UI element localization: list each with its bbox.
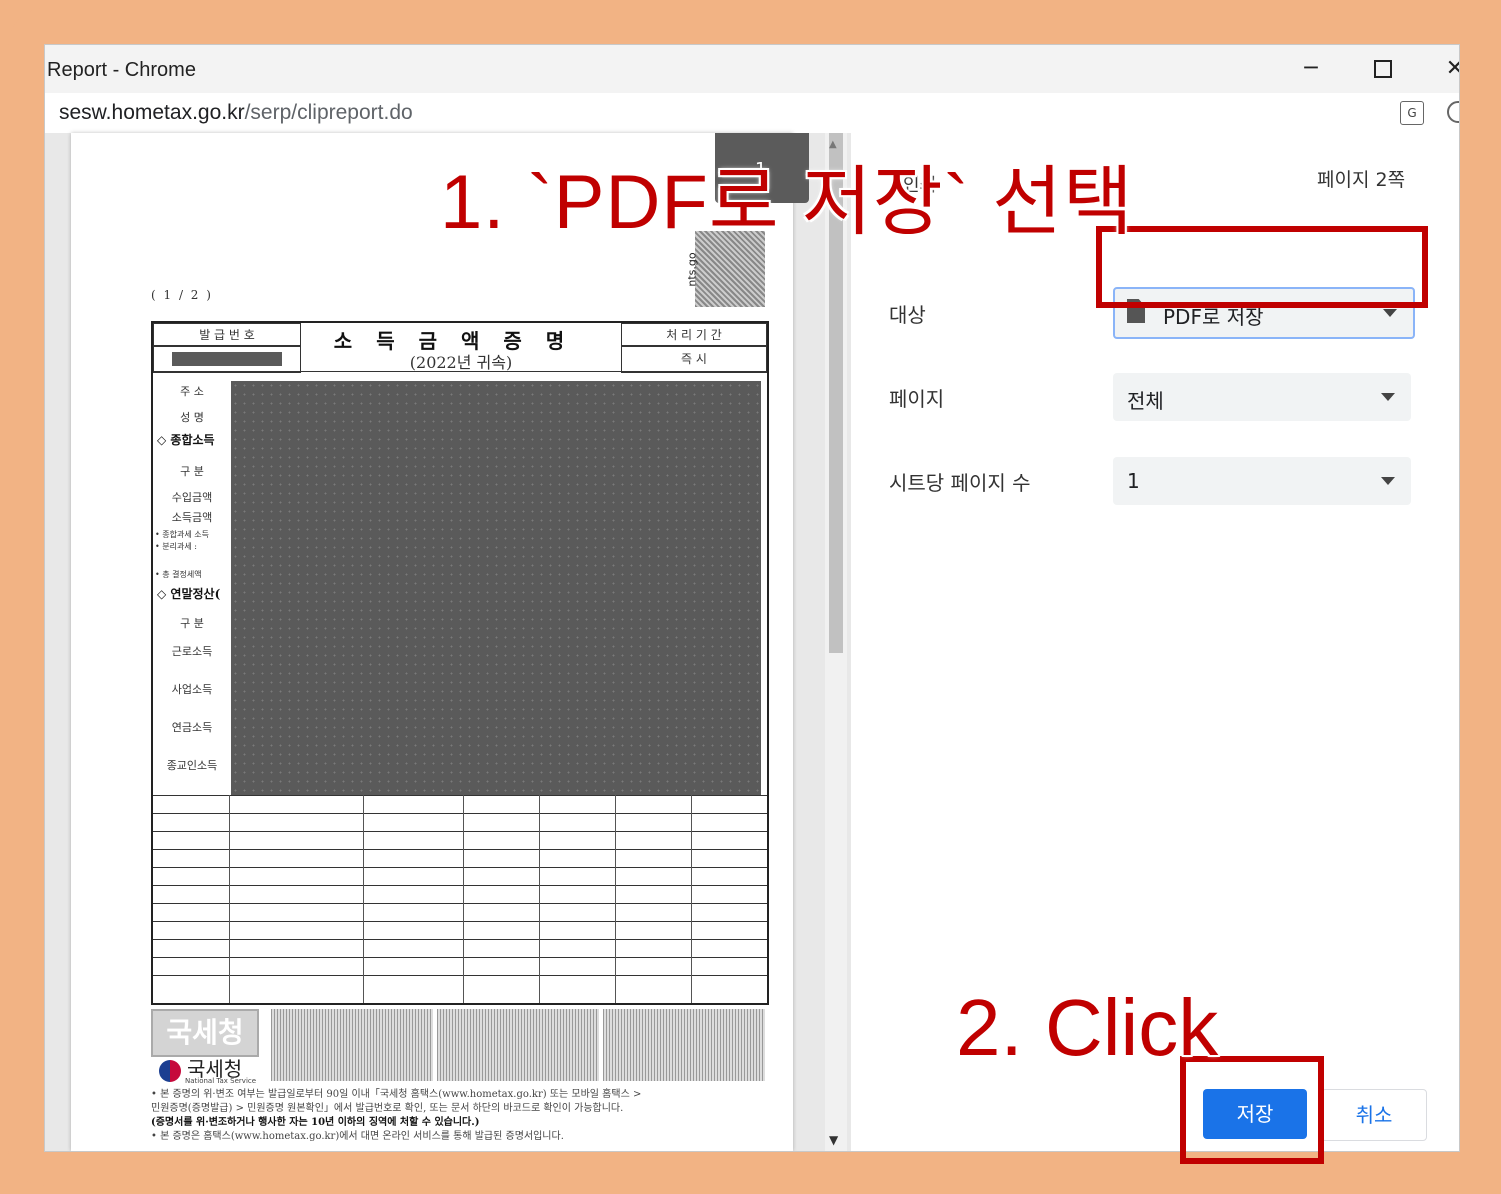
table-rule <box>153 795 767 796</box>
table-rule <box>153 885 767 886</box>
note-line: • 분리과세 : <box>155 542 197 551</box>
table-col <box>363 795 364 1003</box>
barcode <box>271 1009 433 1081</box>
row-label: 수입금액 <box>171 491 213 504</box>
nts-stamp: 국세청 <box>151 1009 259 1057</box>
barcode <box>437 1009 599 1081</box>
barcode <box>603 1009 765 1081</box>
row-label: 사업소득 <box>171 683 213 696</box>
issue-number-label: 발 급 번 호 <box>153 323 301 347</box>
cancel-button[interactable]: 취소 <box>1321 1089 1427 1141</box>
url-host: sesw.hometax.go.kr <box>59 101 245 124</box>
table-rule <box>153 813 767 814</box>
row-label: 종교인소득 <box>166 759 218 772</box>
maximize-button[interactable] <box>1363 53 1403 85</box>
note-line: • 종합과세 소득 <box>155 530 209 539</box>
table-col <box>463 795 464 1003</box>
table-rule <box>153 975 767 976</box>
table-rule <box>153 921 767 922</box>
per-sheet-value: 1 <box>1127 469 1140 493</box>
nts-logo-sub: National Tax Service <box>185 1077 257 1085</box>
per-sheet-select[interactable]: 1 <box>1113 457 1411 505</box>
form-subtitle: (2022년 귀속) <box>409 353 513 372</box>
footer-note: 민원증명(증명발급) > 민원증명 원본확인」에서 발급번호로 확인, 또는 문… <box>151 1103 624 1114</box>
pages-value: 전체 <box>1127 389 1164 413</box>
address-bar[interactable]: sesw.hometax.go.kr/serp/clipreport.do G <box>45 93 1459 134</box>
redacted-content <box>231 381 761 795</box>
destination-label: 대상 <box>889 303 926 327</box>
scroll-down-icon[interactable]: ▼ <box>829 1133 838 1147</box>
footer-note: • 본 증명은 홈택스(www.hometax.go.kr)에서 대면 온라인 … <box>151 1131 564 1142</box>
url-path: /serp/clipreport.do <box>244 101 413 124</box>
minimize-button[interactable]: ─ <box>1291 53 1331 85</box>
processing-period-label: 처 리 기 간 <box>621 323 767 347</box>
form-rule <box>153 371 767 372</box>
processing-value: 즉 시 <box>621 345 767 373</box>
url[interactable]: sesw.hometax.go.kr/serp/clipreport.do <box>59 101 413 125</box>
per-sheet-label: 시트당 페이지 수 <box>889 471 1031 495</box>
print-preview[interactable]: ( 1 / 2 ) nts.go 발 급 번 호 소득금액증명 (2022년 귀… <box>45 133 851 1151</box>
footer-note: • 본 증명의 위·변조 여부는 발급일로부터 90일 이내「국세청 홈택스(w… <box>151 1089 642 1100</box>
row-label: 성 명 <box>180 411 204 424</box>
zoom-icon[interactable] <box>1447 101 1459 123</box>
footer-note: (증명서를 위·변조하거나 행사한 자는 10년 이하의 징역에 처할 수 있습… <box>151 1117 480 1128</box>
pages-label: 페이지 <box>889 387 945 411</box>
issue-number-cell <box>153 345 301 373</box>
row-label: 구 분 <box>180 465 204 478</box>
annotation-step1: 1. `PDF로 저장` 선택 <box>440 160 1134 245</box>
table-col <box>691 795 692 1003</box>
maximize-icon <box>1374 60 1392 78</box>
table-rule <box>153 939 767 940</box>
page-indicator: ( 1 / 2 ) <box>151 288 213 302</box>
note-line: • 총 결정세액 <box>155 570 202 579</box>
table-rule <box>153 903 767 904</box>
table-rule <box>153 831 767 832</box>
table-col <box>539 795 540 1003</box>
table-rule <box>153 849 767 850</box>
annotation-step2: 2. Click <box>956 983 1219 1072</box>
row-label: 근로소득 <box>171 645 213 658</box>
title-bar: Report - Chrome ─ ✕ <box>45 45 1459 94</box>
table-col <box>615 795 616 1003</box>
translate-icon[interactable]: G <box>1400 101 1424 125</box>
row-label: 주 소 <box>180 385 204 398</box>
section-label: ◇ 연말정산( <box>157 587 221 601</box>
table-col <box>229 795 230 1003</box>
nts-mark: nts.go <box>685 252 699 287</box>
row-label: 연금소득 <box>171 721 213 734</box>
pages-select[interactable]: 전체 <box>1113 373 1411 421</box>
table-rule <box>153 957 767 958</box>
table-rule <box>153 867 767 868</box>
section-label: ◇ 종합소득 <box>157 433 215 447</box>
chevron-down-icon <box>1381 477 1395 485</box>
row-label: 소득금액 <box>171 511 213 524</box>
chevron-down-icon <box>1383 309 1397 317</box>
window-title: Report - Chrome <box>47 59 196 81</box>
preview-page: ( 1 / 2 ) nts.go 발 급 번 호 소득금액증명 (2022년 귀… <box>71 133 793 1151</box>
page-count: 페이지 2쪽 <box>1317 169 1406 191</box>
taegeuk-icon <box>159 1059 181 1082</box>
close-button[interactable]: ✕ <box>1435 53 1459 85</box>
income-certificate-form: 발 급 번 호 소득금액증명 (2022년 귀속) 처 리 기 간 즉 시 주 … <box>151 321 769 1005</box>
chevron-down-icon <box>1381 393 1395 401</box>
row-label: 구 분 <box>180 617 204 630</box>
redacted-issue-number <box>172 352 282 366</box>
highlight-destination <box>1096 226 1428 308</box>
